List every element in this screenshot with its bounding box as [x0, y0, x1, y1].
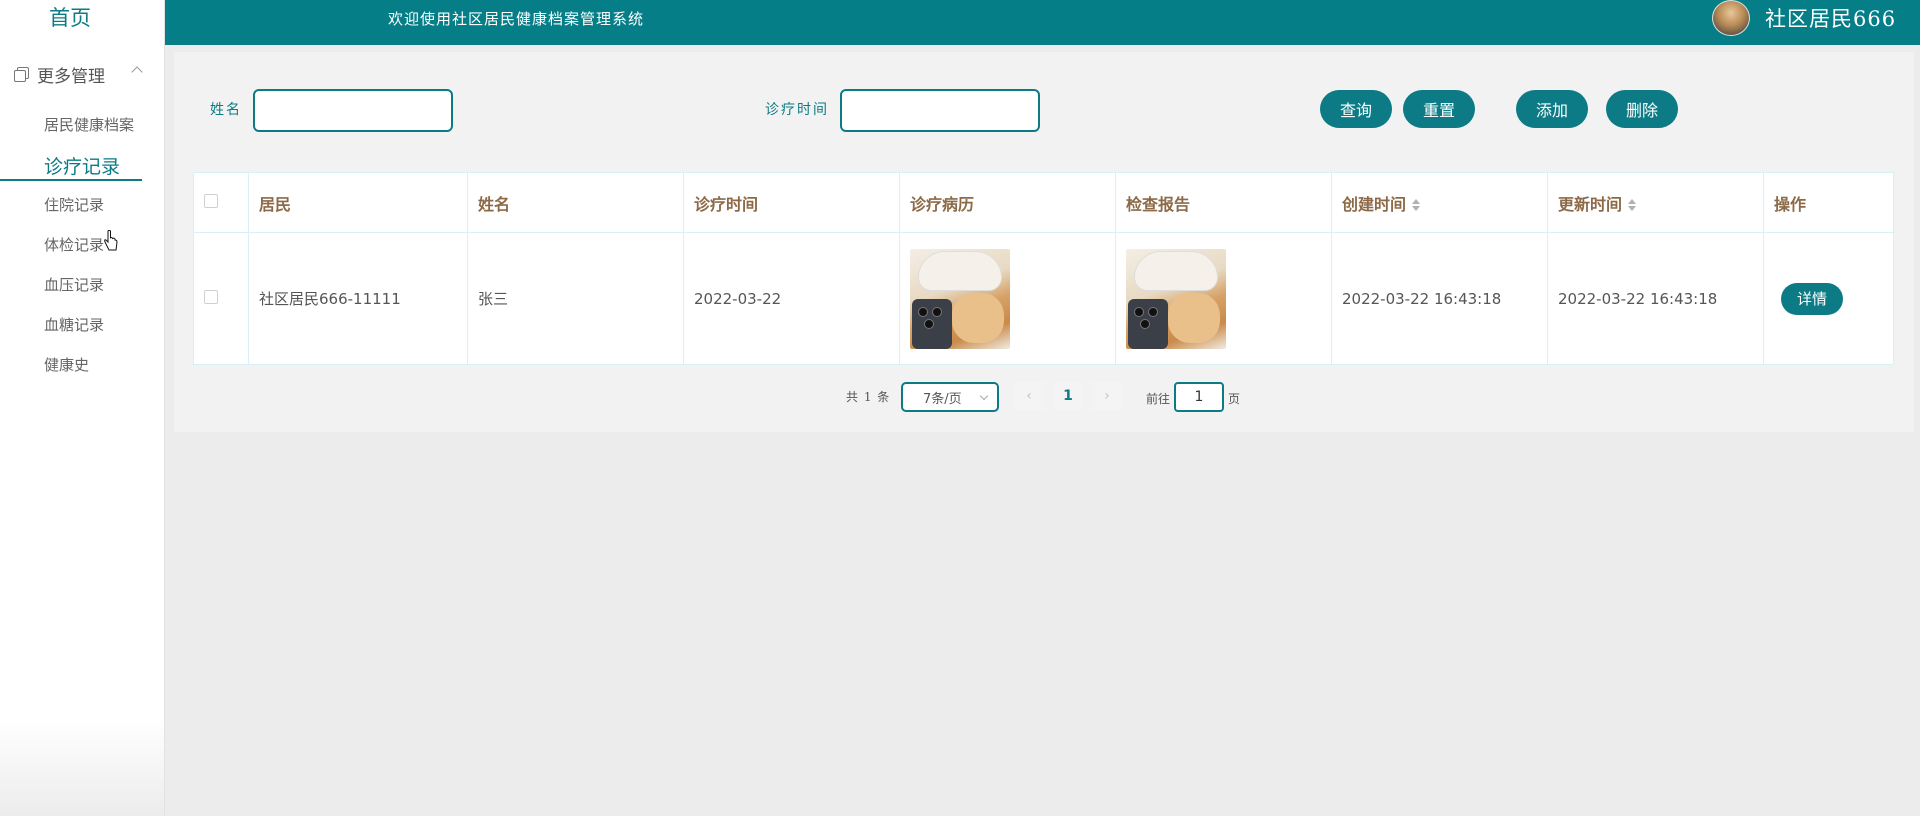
username[interactable]: 社区居民666: [1765, 3, 1896, 33]
sidebar-item-diagnosis-record[interactable]: 诊疗记录: [44, 152, 120, 179]
sidebar: 首页 更多管理 居民健康档案 诊疗记录 住院记录 体检记录 血压记录 血糖记录 …: [0, 0, 165, 816]
hand-cursor-icon: [104, 230, 118, 251]
page-size-value: 7条/页: [923, 391, 962, 407]
header-name: 姓名: [467, 172, 684, 233]
cell-exam-report: [1115, 232, 1332, 365]
sidebar-item-blood-pressure-record[interactable]: 血压记录: [44, 274, 104, 295]
more-management-menu[interactable]: 更多管理: [13, 62, 105, 87]
header-medical-record: 诊疗病历: [899, 172, 1116, 233]
query-button[interactable]: 查询: [1320, 90, 1392, 128]
header-created-time[interactable]: 创建时间: [1331, 172, 1548, 233]
records-table: 居民 姓名 诊疗时间 诊疗病历 检查报告 创建时间 更新时间 操作 社区居民66…: [193, 172, 1894, 365]
select-all-checkbox[interactable]: [204, 194, 218, 208]
page-number[interactable]: 1: [1053, 382, 1083, 410]
delete-button[interactable]: 删除: [1606, 90, 1678, 128]
header-exam-report: 检查报告: [1115, 172, 1332, 233]
welcome-text: 欢迎使用社区居民健康档案管理系统: [388, 10, 645, 28]
sidebar-item-health-history[interactable]: 健康史: [44, 354, 89, 375]
add-button[interactable]: 添加: [1516, 90, 1588, 128]
next-page-button[interactable]: ›: [1092, 382, 1122, 410]
cell-resident: 社区居民666-11111: [248, 232, 468, 365]
visit-time-search-input[interactable]: [840, 89, 1040, 132]
header-actions: 操作: [1763, 172, 1894, 233]
header-visit-time: 诊疗时间: [683, 172, 900, 233]
more-management-label: 更多管理: [37, 66, 105, 87]
exam-report-image[interactable]: [1126, 248, 1226, 349]
total-count: 共 1 条: [846, 390, 891, 404]
goto-page-input[interactable]: 1: [1174, 382, 1224, 412]
reset-button[interactable]: 重置: [1403, 90, 1475, 128]
topbar: 欢迎使用社区居民健康档案管理系统 社区居民666: [165, 0, 1920, 45]
active-indicator: [0, 179, 142, 181]
row-checkbox[interactable]: [204, 289, 218, 304]
cell-name: 张三: [467, 232, 684, 365]
copy-icon: [13, 66, 29, 82]
chevron-down-icon: [979, 391, 989, 401]
sidebar-item-physical-exam-record[interactable]: 体检记录: [44, 234, 104, 255]
visit-time-label: 诊疗时间: [765, 102, 829, 118]
name-label: 姓名: [210, 102, 242, 118]
cell-visit-time: 2022-03-22: [683, 232, 900, 365]
sort-icon[interactable]: [1628, 199, 1637, 211]
avatar[interactable]: [1712, 0, 1750, 36]
header-created-time-label: 创建时间: [1342, 194, 1407, 214]
medical-record-image[interactable]: [910, 248, 1010, 349]
cell-created-time: 2022-03-22 16:43:18: [1331, 232, 1548, 365]
home-link[interactable]: 首页: [0, 2, 140, 32]
cell-medical-record: [899, 232, 1116, 365]
select-all-cell: [193, 172, 249, 233]
chevron-up-icon[interactable]: [131, 66, 143, 78]
sidebar-item-blood-sugar-record[interactable]: 血糖记录: [44, 314, 104, 335]
page-size-select[interactable]: 7条/页: [901, 382, 999, 412]
table-row: 社区居民666-11111 张三 2022-03-22 2022-03-22 1…: [193, 232, 1894, 365]
header-updated-time-label: 更新时间: [1558, 194, 1623, 214]
sidebar-item-hospitalization-record[interactable]: 住院记录: [44, 194, 104, 215]
page-suffix: 页: [1228, 392, 1241, 406]
sort-icon[interactable]: [1412, 199, 1421, 211]
detail-button[interactable]: 详情: [1781, 282, 1843, 315]
table-header-row: 居民 姓名 诊疗时间 诊疗病历 检查报告 创建时间 更新时间 操作: [193, 172, 1894, 233]
sidebar-item-resident-health-archive[interactable]: 居民健康档案: [44, 114, 134, 135]
header-resident: 居民: [248, 172, 468, 233]
header-updated-time[interactable]: 更新时间: [1547, 172, 1764, 233]
name-search-input[interactable]: [253, 89, 453, 132]
cell-actions: 详情: [1763, 232, 1894, 365]
prev-page-button[interactable]: ‹: [1014, 382, 1044, 410]
goto-label: 前往: [1146, 392, 1171, 406]
cell-updated-time: 2022-03-22 16:43:18: [1547, 232, 1764, 365]
row-select-cell: [193, 232, 249, 365]
